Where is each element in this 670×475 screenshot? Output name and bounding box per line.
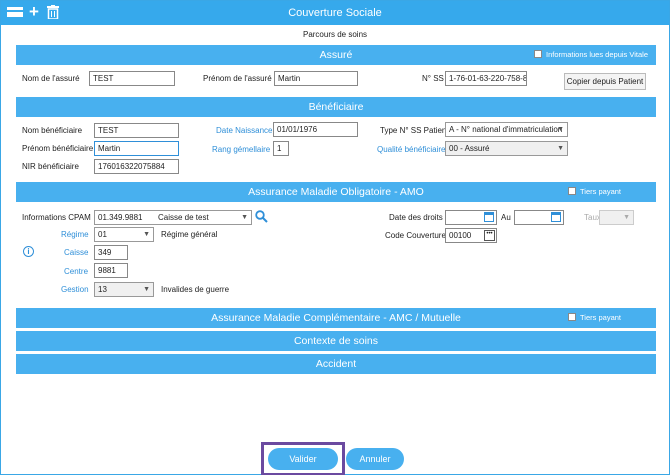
code-couverture-value: 00100: [449, 231, 472, 240]
type-ss-select[interactable]: A - N° national d'immatriculation ▼: [445, 122, 568, 137]
regime-label: Régime: [61, 230, 89, 239]
caisse-label: Caisse: [64, 248, 89, 257]
nom-assure-input[interactable]: TEST: [89, 71, 175, 86]
gestion-select[interactable]: 13 ▼: [94, 282, 154, 297]
chevron-down-icon: ▼: [241, 214, 248, 221]
type-ss-label: Type N° SS Patient: [380, 126, 449, 135]
amc-title: Assurance Maladie Complémentaire - AMC /…: [211, 312, 461, 324]
date-naissance-input[interactable]: 01/01/1976: [273, 122, 358, 137]
chevron-down-icon: ▼: [143, 286, 150, 293]
contexte-title: Contexte de soins: [293, 335, 379, 347]
title-bar: + Couverture Sociale: [1, 1, 669, 25]
nom-beneficiaire-input[interactable]: TEST: [94, 123, 179, 138]
assure-title: Assuré: [319, 49, 353, 61]
window-title: Couverture Sociale: [288, 7, 382, 19]
nom-beneficiaire-label: Nom bénéficiaire: [22, 126, 83, 135]
regime-value: 01: [98, 230, 107, 239]
taux-select[interactable]: ▼: [599, 210, 634, 225]
beneficiaire-header: Bénéficiaire: [16, 97, 656, 117]
qualite-label: Qualité bénéficiaire: [377, 145, 446, 154]
valider-button[interactable]: Valider: [268, 448, 338, 470]
regime-text: Régime général: [161, 230, 218, 239]
calendar-icon[interactable]: [551, 212, 561, 222]
caisse-input[interactable]: 349: [94, 245, 128, 260]
prenom-beneficiaire-input[interactable]: Martin: [94, 141, 179, 156]
date-naissance-label: Date Naissance: [216, 126, 273, 135]
copy-from-patient-button[interactable]: Copier depuis Patient: [564, 73, 646, 90]
amo-tiers-checkbox-box[interactable]: [568, 187, 576, 195]
amo-tiers-label: Tiers payant: [580, 187, 621, 196]
rang-gemellaire-input[interactable]: 1: [273, 141, 289, 156]
cpam-code: 01.349.9881: [98, 213, 143, 222]
vitale-checkbox[interactable]: Informations lues depuis Vitale: [533, 45, 648, 65]
cpam-select[interactable]: 01.349.9881 Caisse de test ▼: [94, 210, 252, 225]
ss-label: N° SS: [422, 74, 444, 83]
chevron-down-icon: ▼: [623, 214, 630, 221]
gestion-label: Gestion: [61, 285, 89, 294]
prenom-beneficiaire-label: Prénom bénéficiaire: [22, 144, 94, 153]
amo-title: Assurance Maladie Obligatoire - AMO: [248, 186, 424, 198]
info-icon[interactable]: i: [23, 246, 34, 257]
dialog-window: + Couverture Sociale Parcours de soins A…: [0, 0, 670, 475]
annuler-button[interactable]: Annuler: [346, 448, 404, 470]
centre-label: Centre: [64, 267, 89, 276]
chevron-down-icon: ▼: [557, 126, 564, 133]
code-couverture-input[interactable]: 00100 •••: [445, 228, 497, 243]
page-subtitle: Parcours de soins: [302, 30, 368, 39]
cpam-label: Informations CPAM: [22, 213, 91, 222]
vitale-checkbox-box[interactable]: [533, 50, 542, 58]
date-droits-end-input[interactable]: [514, 210, 564, 225]
vitale-checkbox-label: Informations lues depuis Vitale: [545, 50, 648, 59]
centre-input[interactable]: 9881: [94, 263, 128, 278]
amc-tiers-checkbox-box[interactable]: [568, 313, 576, 321]
nir-beneficiaire-input[interactable]: 176016322075884: [94, 159, 179, 174]
amc-tiers-payant-checkbox[interactable]: Tiers payant: [568, 308, 621, 328]
chevron-down-icon: ▼: [557, 145, 564, 152]
contexte-header[interactable]: Contexte de soins: [16, 331, 656, 351]
date-droits-start-input[interactable]: [445, 210, 497, 225]
more-icon[interactable]: •••: [484, 230, 495, 241]
prenom-assure-input[interactable]: Martin: [274, 71, 358, 86]
search-icon[interactable]: [255, 210, 268, 225]
amo-header: Assurance Maladie Obligatoire - AMO Tier…: [16, 182, 656, 202]
date-droits-label: Date des droits: [389, 213, 443, 222]
gestion-value: 13: [98, 285, 107, 294]
gestion-text: Invalides de guerre: [161, 285, 230, 294]
amc-tiers-label: Tiers payant: [580, 313, 621, 322]
cpam-caisse-name: Caisse de test: [158, 213, 209, 222]
prenom-assure-label: Prénom de l'assuré: [203, 74, 272, 83]
au-label: Au: [501, 213, 511, 222]
code-couverture-label: Code Couverture: [385, 231, 446, 240]
qualite-value: 00 - Assuré: [449, 144, 490, 153]
beneficiaire-title: Bénéficiaire: [308, 101, 364, 113]
assure-header: Assuré Informations lues depuis Vitale: [16, 45, 656, 65]
qualite-select[interactable]: 00 - Assuré ▼: [445, 141, 568, 156]
rang-gemellaire-label: Rang gémellaire: [212, 145, 271, 154]
amo-tiers-payant-checkbox[interactable]: Tiers payant: [568, 182, 621, 202]
ss-input[interactable]: 1-76-01-63-220-758-84: [445, 71, 527, 86]
chevron-down-icon: ▼: [143, 231, 150, 238]
nom-assure-label: Nom de l'assuré: [22, 74, 80, 83]
regime-select[interactable]: 01 ▼: [94, 227, 154, 242]
calendar-icon[interactable]: [484, 212, 494, 222]
amc-header[interactable]: Assurance Maladie Complémentaire - AMC /…: [16, 308, 656, 328]
type-ss-value: A - N° national d'immatriculation: [449, 125, 563, 134]
nir-beneficiaire-label: NIR bénéficiaire: [22, 162, 79, 171]
accident-title: Accident: [315, 358, 357, 370]
accident-header[interactable]: Accident: [16, 354, 656, 374]
